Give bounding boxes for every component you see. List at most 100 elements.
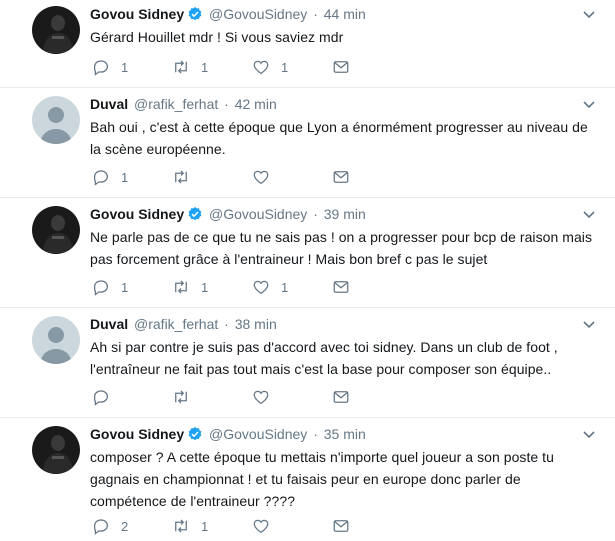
author-handle[interactable]: @GovouSidney (209, 206, 307, 222)
reply-button[interactable]: 1 (92, 167, 128, 187)
tweet-header: Duval @rafik_ferhat · 42 min (90, 94, 597, 114)
reply-icon (93, 519, 109, 535)
retweet-icon (175, 280, 187, 294)
reply-count: 1 (121, 169, 129, 185)
timestamp[interactable]: 38 min (235, 316, 277, 332)
retweet-count: 1 (201, 518, 209, 534)
reply-icon (93, 60, 109, 76)
tweet-actions (92, 387, 392, 407)
author-handle[interactable]: @rafik_ferhat (134, 96, 218, 112)
heart-icon (253, 60, 269, 75)
separator: · (313, 6, 318, 22)
envelope-icon (333, 281, 349, 293)
reply-button[interactable]: 2 (92, 516, 128, 536)
reply-button[interactable]: 1 (92, 57, 128, 77)
avatar[interactable] (32, 316, 80, 364)
retweet-button[interactable]: 1 (172, 57, 208, 77)
chevron-down-icon[interactable] (581, 206, 597, 222)
envelope-icon (333, 61, 349, 73)
dm-button[interactable] (332, 57, 350, 77)
author-name[interactable]: Govou Sidney (90, 6, 184, 22)
verified-badge-icon (188, 427, 202, 441)
verified-badge-icon (188, 7, 202, 21)
reply-button[interactable] (92, 387, 121, 407)
retweet-count: 1 (201, 279, 209, 295)
reply-icon (93, 390, 109, 406)
chevron-down-icon[interactable] (581, 96, 597, 112)
default-avatar-icon (32, 96, 80, 144)
tweet-header: Govou Sidney @GovouSidney · 44 min (90, 4, 597, 24)
timestamp[interactable]: 39 min (324, 206, 366, 222)
separator: · (313, 206, 318, 222)
avatar-photo-icon (32, 426, 80, 474)
timestamp[interactable]: 35 min (324, 426, 366, 442)
tweet-text: composer ? A cette époque tu mettais n'i… (90, 449, 554, 509)
envelope-icon (333, 391, 349, 403)
author-handle[interactable]: @rafik_ferhat (134, 316, 218, 332)
reply-icon (93, 280, 109, 296)
avatar-photo-icon (32, 6, 80, 54)
heart-icon (253, 390, 269, 405)
retweet-count: 1 (201, 59, 209, 75)
dm-button[interactable] (332, 387, 350, 407)
like-button[interactable] (252, 167, 281, 187)
like-count: 1 (281, 59, 289, 75)
tweet[interactable]: Duval @rafik_ferhat · 38 min Ah si par c… (0, 308, 615, 418)
tweet-text: Gérard Houillet mdr ! Si vous saviez mdr (90, 29, 344, 45)
separator: · (313, 426, 318, 442)
like-button[interactable]: 1 (252, 57, 288, 77)
retweet-icon (175, 519, 187, 533)
separator: · (224, 316, 229, 332)
tweet[interactable]: Duval @rafik_ferhat · 42 min Bah oui , c… (0, 88, 615, 198)
separator: · (224, 96, 229, 112)
envelope-icon (333, 171, 349, 183)
reply-count: 1 (121, 279, 129, 295)
heart-icon (253, 519, 269, 534)
author-name[interactable]: Duval (90, 96, 128, 112)
envelope-icon (333, 520, 349, 532)
timestamp[interactable]: 42 min (235, 96, 277, 112)
avatar[interactable] (32, 426, 80, 474)
tweet-header: Duval @rafik_ferhat · 38 min (90, 314, 597, 334)
retweet-icon (175, 390, 187, 404)
retweet-icon (175, 170, 187, 184)
author-name[interactable]: Duval (90, 316, 128, 332)
timestamp[interactable]: 44 min (324, 6, 366, 22)
dm-button[interactable] (332, 167, 350, 187)
default-avatar-icon (32, 316, 80, 364)
tweet[interactable]: Govou Sidney @GovouSidney · 39 min Ne pa… (0, 198, 615, 308)
tweet[interactable]: Govou Sidney @GovouSidney · 35 min compo… (0, 418, 615, 541)
avatar-photo-icon (32, 206, 80, 254)
avatar[interactable] (32, 6, 80, 54)
chevron-down-icon[interactable] (581, 316, 597, 332)
tweet[interactable]: Govou Sidney @GovouSidney · 44 min Gérar… (0, 0, 615, 88)
tweet-actions: 2 1 (92, 516, 392, 536)
avatar[interactable] (32, 206, 80, 254)
tweet-text: Ne parle pas de ce que tu ne sais pas ! … (90, 229, 593, 267)
tweet-text: Ah si par contre je suis pas d'accord av… (90, 339, 558, 377)
reply-count: 1 (121, 59, 129, 75)
dm-button[interactable] (332, 277, 350, 297)
like-button[interactable] (252, 516, 281, 536)
tweet-header: Govou Sidney @GovouSidney · 35 min (90, 424, 597, 444)
chevron-down-icon[interactable] (581, 426, 597, 442)
tweet-actions: 1 1 1 (92, 57, 392, 77)
tweet-text: Bah oui , c'est à cette époque que Lyon … (90, 119, 588, 157)
author-handle[interactable]: @GovouSidney (209, 6, 307, 22)
author-name[interactable]: Govou Sidney (90, 426, 184, 442)
author-name[interactable]: Govou Sidney (90, 206, 184, 222)
avatar[interactable] (32, 96, 80, 144)
retweet-button[interactable]: 1 (172, 277, 208, 297)
chevron-down-icon[interactable] (581, 6, 597, 22)
retweet-button[interactable] (172, 387, 201, 407)
retweet-button[interactable]: 1 (172, 516, 208, 536)
retweet-button[interactable] (172, 167, 201, 187)
like-count: 1 (281, 279, 289, 295)
dm-button[interactable] (332, 516, 350, 536)
tweet-actions: 1 (92, 167, 392, 187)
reply-button[interactable]: 1 (92, 277, 128, 297)
like-button[interactable] (252, 387, 281, 407)
like-button[interactable]: 1 (252, 277, 288, 297)
author-handle[interactable]: @GovouSidney (209, 426, 307, 442)
heart-icon (253, 280, 269, 295)
